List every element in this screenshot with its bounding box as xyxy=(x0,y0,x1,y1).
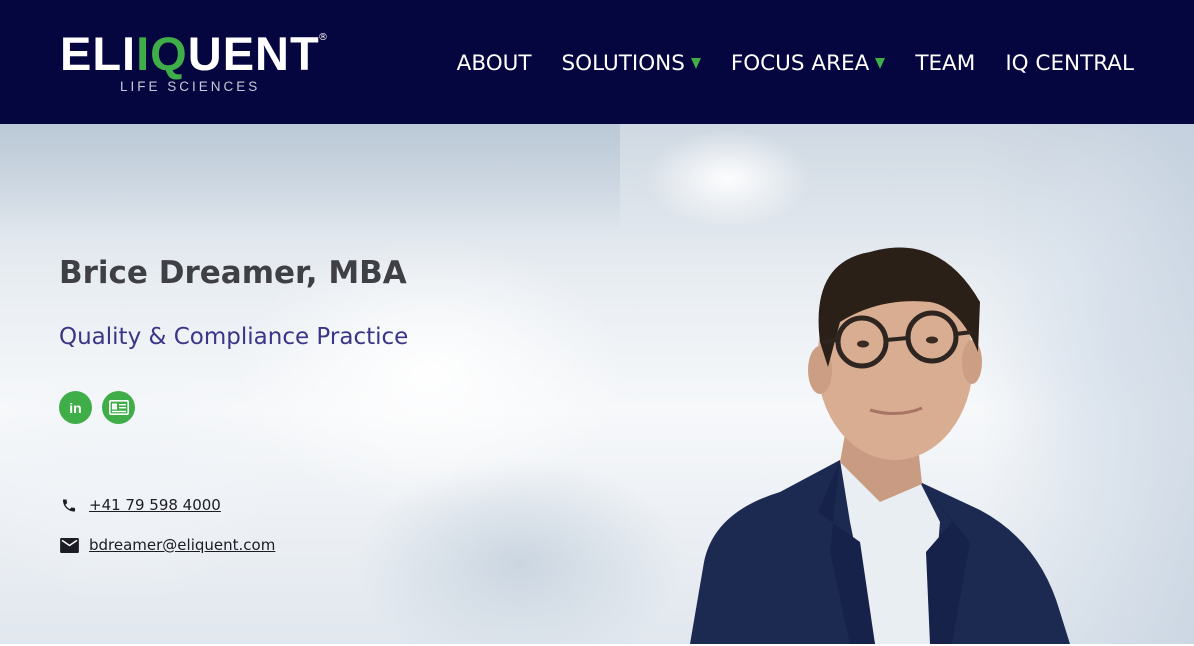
phone-row: +41 79 598 4000 xyxy=(59,495,221,515)
nav-about-label: ABOUT xyxy=(456,50,532,76)
social-links: in xyxy=(59,391,145,424)
nav-about[interactable]: ABOUT xyxy=(457,51,532,76)
nav-focus-area-label: FOCUS AREA xyxy=(730,50,870,76)
phone-link[interactable]: +41 79 598 4000 xyxy=(89,496,221,514)
site-header: ELIIQUENT ® LIFE SCIENCES ABOUT SOLUTION… xyxy=(0,0,1194,124)
portrait-photo xyxy=(690,247,1070,644)
logo-registered-mark: ® xyxy=(318,32,328,43)
nav-team-label: TEAM xyxy=(915,50,976,76)
caret-down-icon xyxy=(690,57,701,69)
background-blur xyxy=(0,124,620,234)
logo-word-part2: IQ xyxy=(136,27,188,80)
logo-wordmark: ELIIQUENT xyxy=(60,30,320,78)
mail-icon xyxy=(59,535,79,555)
vcard-icon xyxy=(108,400,129,415)
nav-team[interactable]: TEAM xyxy=(915,51,975,76)
email-link[interactable]: bdreamer@eliquent.com xyxy=(89,536,275,554)
email-row: bdreamer@eliquent.com xyxy=(59,535,275,555)
caret-down-icon xyxy=(875,57,886,69)
phone-icon xyxy=(59,495,79,515)
linkedin-button[interactable]: in xyxy=(59,391,92,424)
profile-practice: Quality & Compliance Practice xyxy=(59,324,409,350)
logo-word-part1: ELI xyxy=(60,27,137,80)
logo-word-part3: UENT xyxy=(187,27,320,80)
eliquent-logo[interactable]: ELIIQUENT ® LIFE SCIENCES xyxy=(60,30,340,100)
nav-iq-central-label: IQ CENTRAL xyxy=(1005,50,1134,76)
linkedin-icon: in xyxy=(69,399,82,416)
nav-iq-central[interactable]: IQ CENTRAL xyxy=(1005,51,1134,76)
profile-name: Brice Dreamer, MBA xyxy=(59,255,407,291)
nav-solutions-label: SOLUTIONS xyxy=(561,50,685,76)
nav-focus-area[interactable]: FOCUS AREA xyxy=(730,50,886,76)
main-nav: ABOUT SOLUTIONS FOCUS AREA TEAM IQ CENTR… xyxy=(457,47,1134,79)
logo-subtitle: LIFE SCIENCES xyxy=(120,79,261,94)
profile-hero: Brice Dreamer, MBA Quality & Compliance … xyxy=(0,124,1194,644)
nav-solutions[interactable]: SOLUTIONS xyxy=(562,51,701,76)
vcard-button[interactable] xyxy=(102,391,135,424)
